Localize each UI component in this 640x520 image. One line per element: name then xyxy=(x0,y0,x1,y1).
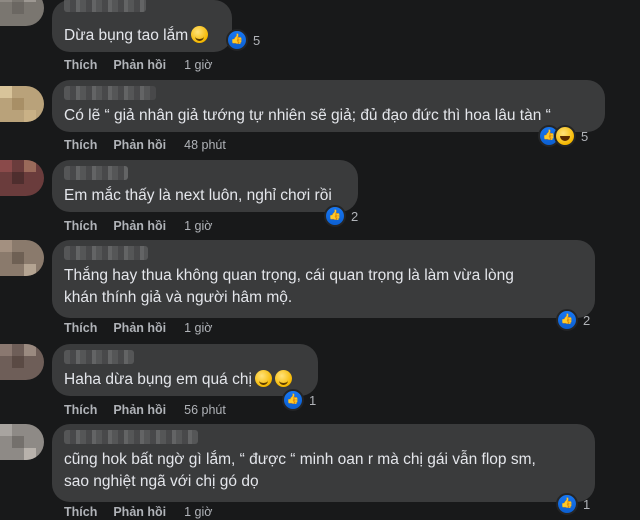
like-button[interactable]: Thích xyxy=(64,321,97,335)
comment-actions: Thích Phản hồi 56 phút xyxy=(64,402,226,418)
comment-text: cũng hok bất ngờ gì lắm, “ được “ minh o… xyxy=(64,451,536,490)
comment-bubble: Em mắc thấy là next luôn, nghỉ chơi rồi xyxy=(52,160,358,212)
avatar[interactable] xyxy=(0,344,44,380)
reaction-summary[interactable]: 👍 5 xyxy=(226,29,261,51)
comment-text: Haha dừa bụng em quá chị xyxy=(64,369,292,391)
like-reaction-icon: 👍 xyxy=(556,309,578,331)
comment-actions: Thích Phản hồi 1 giờ xyxy=(64,320,212,336)
like-button[interactable]: Thích xyxy=(64,505,97,519)
reply-button[interactable]: Phản hồi xyxy=(113,321,166,335)
comment-bubble: Có lẽ “ giả nhân giả tướng tự nhiên sẽ g… xyxy=(52,80,605,132)
like-reaction-icon: 👍 xyxy=(324,205,346,227)
author-name[interactable] xyxy=(64,246,148,260)
avatar[interactable] xyxy=(0,424,44,460)
reaction-count: 1 xyxy=(309,392,317,408)
reaction-summary[interactable]: 👍 2 xyxy=(324,205,359,227)
avatar[interactable] xyxy=(0,0,44,26)
comment-bubble: Dừa bụng tao lắm xyxy=(52,0,232,52)
like-reaction-icon: 👍 xyxy=(226,29,248,51)
reply-button[interactable]: Phản hồi xyxy=(113,58,166,72)
reaction-summary[interactable]: 👍 1 xyxy=(556,493,591,515)
like-button[interactable]: Thích xyxy=(64,58,97,72)
like-button[interactable]: Thích xyxy=(64,138,97,152)
laughing-emoji-icon xyxy=(191,26,209,43)
timestamp[interactable]: 1 giờ xyxy=(184,219,212,233)
like-reaction-icon: 👍 xyxy=(556,493,578,515)
avatar[interactable] xyxy=(0,160,44,196)
reaction-count: 5 xyxy=(581,128,589,144)
timestamp[interactable]: 56 phút xyxy=(184,403,226,417)
comment-actions: Thích Phản hồi 1 giờ xyxy=(64,218,212,234)
avatar[interactable] xyxy=(0,86,44,122)
reaction-count: 5 xyxy=(253,32,261,48)
comment-actions: Thích Phản hồi 1 giờ xyxy=(64,504,212,520)
author-name[interactable] xyxy=(64,350,134,364)
like-button[interactable]: Thích xyxy=(64,219,97,233)
comment-text: Dừa bụng tao lắm xyxy=(64,25,209,47)
reply-button[interactable]: Phản hồi xyxy=(113,219,166,233)
reaction-count: 1 xyxy=(583,496,591,512)
reaction-summary[interactable]: 👍 1 xyxy=(282,389,317,411)
author-name[interactable] xyxy=(64,430,198,444)
like-reaction-icon: 👍 xyxy=(282,389,304,411)
reaction-summary[interactable]: 👍 5 xyxy=(538,125,589,147)
comment-text: Em mắc thấy là next luôn, nghỉ chơi rồi xyxy=(64,187,332,204)
timestamp[interactable]: 1 giờ xyxy=(184,505,212,519)
comment-bubble: cũng hok bất ngờ gì lắm, “ được “ minh o… xyxy=(52,424,595,502)
reply-button[interactable]: Phản hồi xyxy=(113,138,166,152)
timestamp[interactable]: 1 giờ xyxy=(184,321,212,335)
timestamp[interactable]: 1 giờ xyxy=(184,58,212,72)
comment-actions: Thích Phản hồi 48 phút xyxy=(64,137,226,153)
author-name[interactable] xyxy=(64,0,146,12)
laughing-emoji-icon xyxy=(254,370,272,387)
comment-actions: Thích Phản hồi 1 giờ xyxy=(64,57,212,73)
author-name[interactable] xyxy=(64,166,128,180)
reaction-summary[interactable]: 👍 2 xyxy=(556,309,591,331)
timestamp[interactable]: 48 phút xyxy=(184,138,226,152)
comment-bubble: Thắng hay thua không quan trọng, cái qua… xyxy=(52,240,595,318)
comment-bubble: Haha dừa bụng em quá chị xyxy=(52,344,318,396)
laughing-emoji-icon xyxy=(274,370,292,387)
reaction-count: 2 xyxy=(583,312,591,328)
comment-text: Có lẽ “ giả nhân giả tướng tự nhiên sẽ g… xyxy=(64,107,551,124)
like-button[interactable]: Thích xyxy=(64,403,97,417)
reply-button[interactable]: Phản hồi xyxy=(113,505,166,519)
avatar[interactable] xyxy=(0,240,44,276)
haha-reaction-icon xyxy=(554,125,576,147)
author-name[interactable] xyxy=(64,86,156,100)
comment-text: Thắng hay thua không quan trọng, cái qua… xyxy=(64,267,514,306)
reply-button[interactable]: Phản hồi xyxy=(113,403,166,417)
reaction-count: 2 xyxy=(351,208,359,224)
